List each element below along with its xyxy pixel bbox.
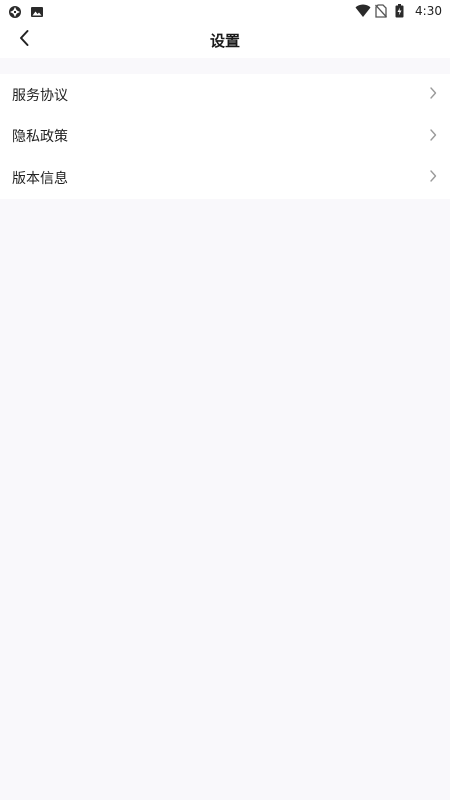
- settings-menu-list: 服务协议 隐私政策 版本信息: [0, 74, 450, 199]
- status-bar: 4:30: [0, 0, 450, 22]
- page-title: 设置: [209, 31, 240, 50]
- wifi-icon: [355, 4, 371, 18]
- back-arrow-icon: [18, 29, 30, 51]
- status-bar-right: 4:30: [355, 4, 442, 18]
- chevron-right-icon: [428, 85, 438, 104]
- menu-item-privacy-policy[interactable]: 隐私政策: [0, 116, 450, 158]
- menu-item-version-info[interactable]: 版本信息: [0, 157, 450, 199]
- menu-item-service-agreement[interactable]: 服务协议: [0, 74, 450, 116]
- back-button[interactable]: [10, 26, 38, 54]
- image-icon: [30, 4, 44, 18]
- battery-charging-icon: [395, 4, 409, 18]
- chevron-right-icon: [428, 127, 438, 146]
- app-header: 设置: [0, 22, 450, 58]
- menu-item-label: 隐私政策: [12, 129, 68, 146]
- menu-item-label: 服务协议: [12, 87, 68, 104]
- status-bar-left: [8, 4, 44, 18]
- sync-icon: [8, 4, 22, 18]
- menu-item-label: 版本信息: [12, 170, 68, 187]
- chevron-right-icon: [428, 168, 438, 187]
- status-time: 4:30: [415, 4, 442, 18]
- no-sim-icon: [375, 4, 389, 18]
